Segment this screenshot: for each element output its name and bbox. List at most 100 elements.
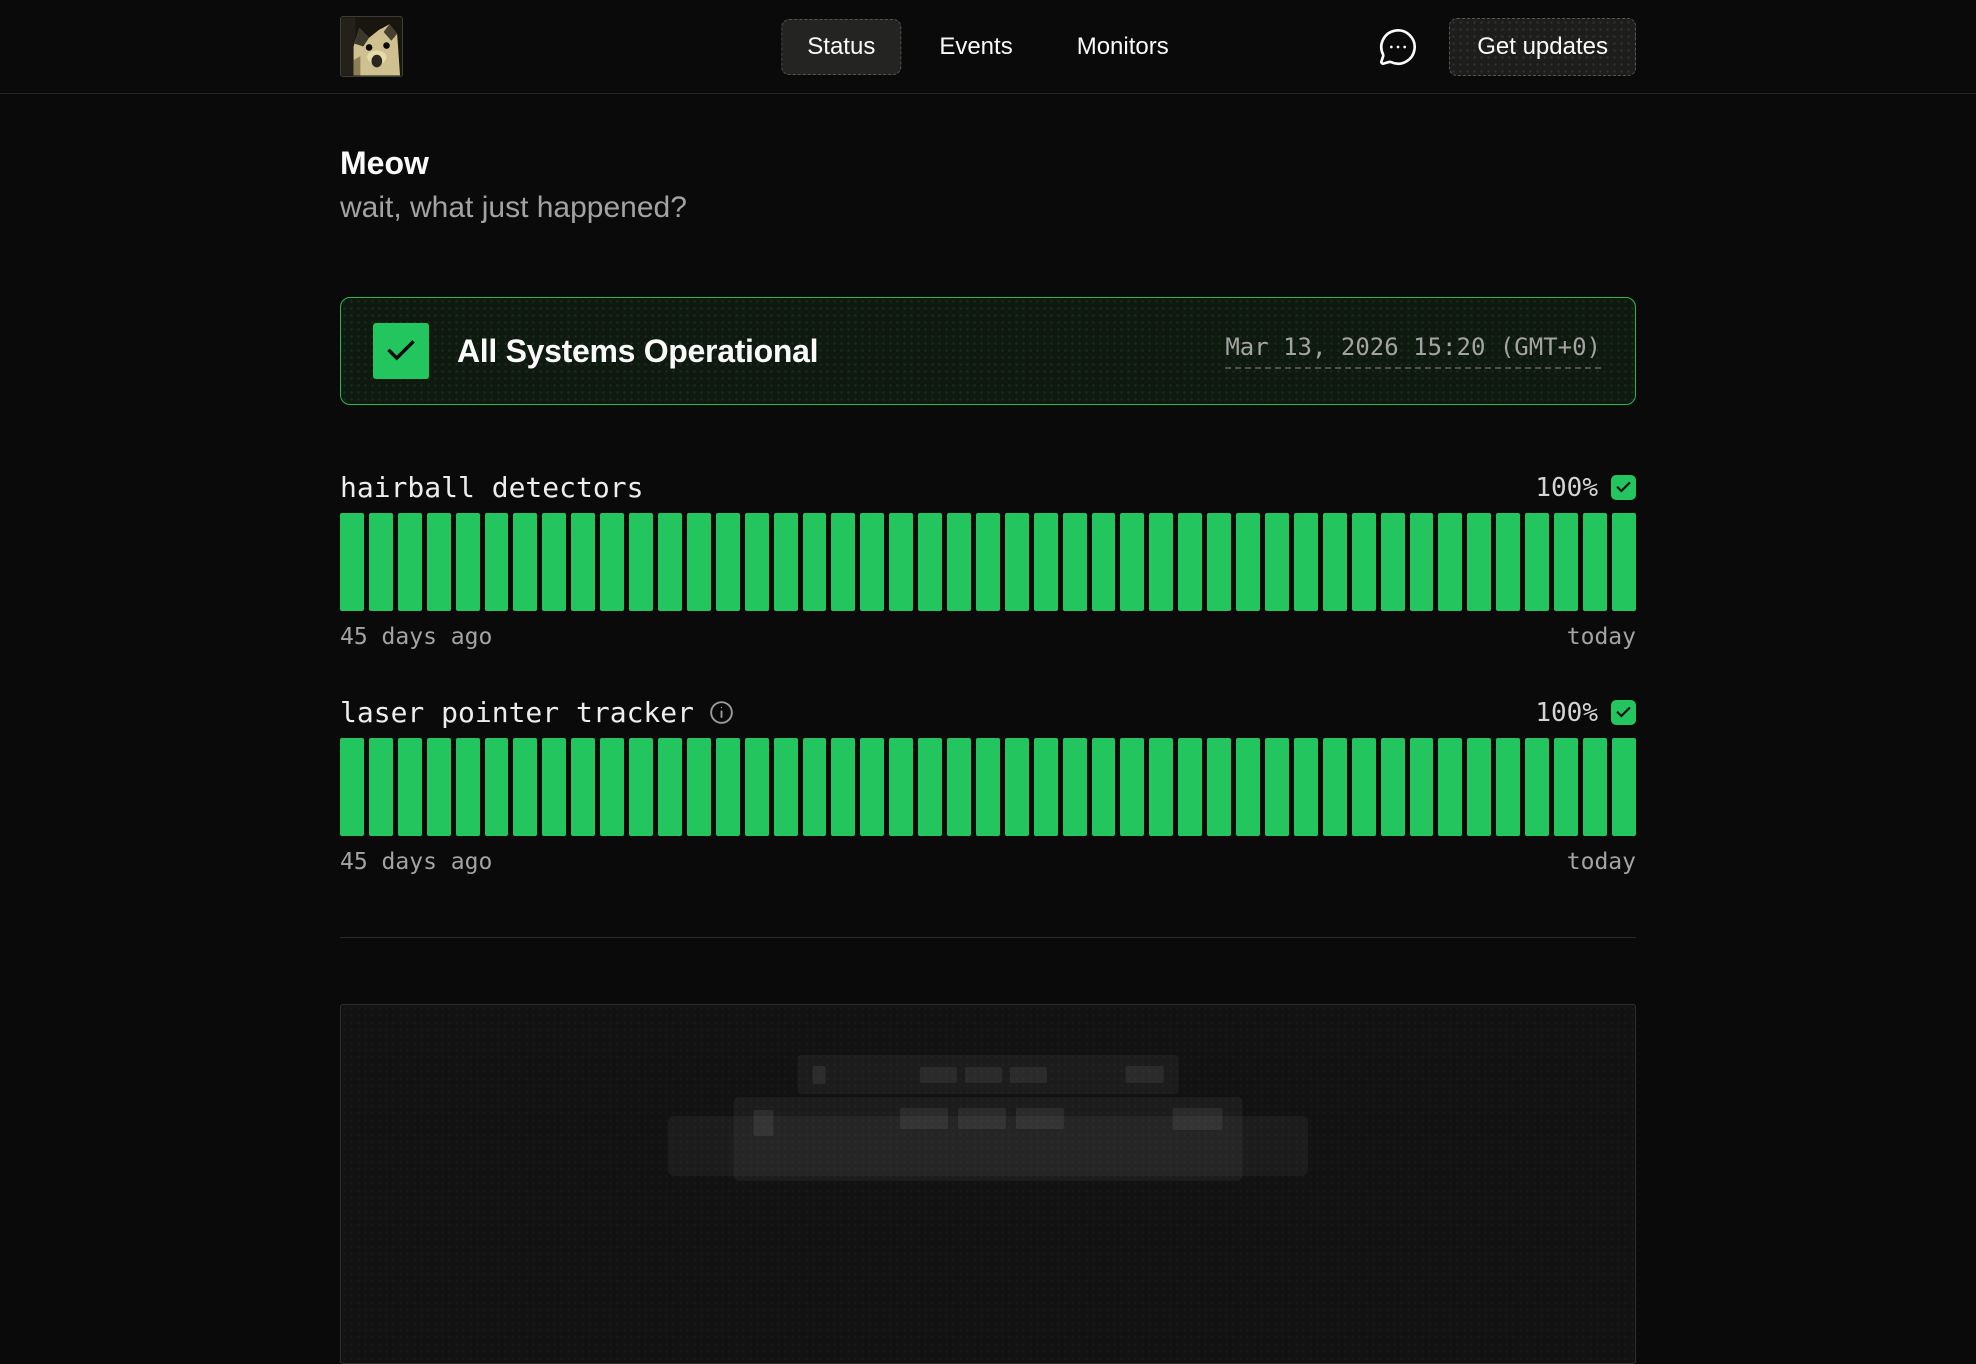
uptime-bar[interactable] [1554,738,1578,836]
uptime-bar[interactable] [745,513,769,611]
uptime-bar[interactable] [1583,513,1607,611]
uptime-bar[interactable] [1525,513,1549,611]
uptime-bar[interactable] [947,738,971,836]
uptime-bar[interactable] [485,738,509,836]
uptime-bar[interactable] [831,513,855,611]
uptime-bar[interactable] [513,513,537,611]
uptime-bar[interactable] [831,738,855,836]
uptime-bar[interactable] [1554,513,1578,611]
uptime-bar[interactable] [658,513,682,611]
uptime-bar[interactable] [1120,513,1144,611]
uptime-bar[interactable] [1092,738,1116,836]
uptime-bar[interactable] [600,513,624,611]
uptime-bar[interactable] [716,513,740,611]
uptime-bar[interactable] [398,738,422,836]
uptime-bar[interactable] [600,738,624,836]
uptime-bar[interactable] [1323,738,1347,836]
uptime-bar[interactable] [1149,513,1173,611]
uptime-bar[interactable] [918,513,942,611]
uptime-bar[interactable] [1092,513,1116,611]
uptime-bar[interactable] [571,738,595,836]
uptime-bar[interactable] [860,738,884,836]
uptime-bar[interactable] [976,513,1000,611]
uptime-bar[interactable] [1381,513,1405,611]
get-updates-button[interactable]: Get updates [1449,18,1636,76]
nav-tab-monitors[interactable]: Monitors [1051,19,1195,75]
uptime-bar[interactable] [1207,513,1231,611]
uptime-bar[interactable] [1034,513,1058,611]
uptime-bar[interactable] [1236,738,1260,836]
uptime-bar[interactable] [542,738,566,836]
uptime-bar[interactable] [947,513,971,611]
uptime-bar[interactable] [1265,513,1289,611]
uptime-bar[interactable] [427,738,451,836]
nav-tab-events[interactable]: Events [913,19,1038,75]
uptime-bar[interactable] [1005,513,1029,611]
uptime-bar[interactable] [687,738,711,836]
uptime-bar[interactable] [1120,738,1144,836]
uptime-bar[interactable] [629,738,653,836]
feedback-button[interactable] [1375,24,1421,70]
uptime-bar[interactable] [1178,738,1202,836]
uptime-bar[interactable] [369,738,393,836]
uptime-bar[interactable] [803,513,827,611]
uptime-bar[interactable] [1294,513,1318,611]
uptime-bar[interactable] [427,513,451,611]
uptime-bar[interactable] [860,513,884,611]
uptime-bars [340,738,1636,836]
uptime-bar[interactable] [1410,738,1434,836]
uptime-bar[interactable] [1063,738,1087,836]
uptime-bar[interactable] [803,738,827,836]
uptime-bar[interactable] [456,513,480,611]
uptime-bar[interactable] [571,513,595,611]
uptime-bar[interactable] [1352,738,1376,836]
uptime-bar[interactable] [1352,513,1376,611]
page-subtitle: wait, what just happened? [340,191,1636,225]
uptime-bar[interactable] [889,738,913,836]
uptime-bar[interactable] [1467,738,1491,836]
uptime-bar[interactable] [1467,513,1491,611]
uptime-bar[interactable] [1323,513,1347,611]
uptime-bar[interactable] [1612,513,1636,611]
uptime-bar[interactable] [1178,513,1202,611]
uptime-bar[interactable] [1236,513,1260,611]
uptime-bar[interactable] [1438,513,1462,611]
uptime-bar[interactable] [774,513,798,611]
uptime-bar[interactable] [687,513,711,611]
uptime-bar[interactable] [513,738,537,836]
uptime-bar[interactable] [1410,513,1434,611]
uptime-bar[interactable] [369,513,393,611]
uptime-bar[interactable] [1149,738,1173,836]
uptime-bar[interactable] [774,738,798,836]
info-icon[interactable] [708,699,735,726]
uptime-bar[interactable] [456,738,480,836]
uptime-bar[interactable] [1381,738,1405,836]
uptime-bar[interactable] [1265,738,1289,836]
uptime-bar[interactable] [1294,738,1318,836]
uptime-bar[interactable] [1438,738,1462,836]
uptime-bar[interactable] [889,513,913,611]
uptime-bar[interactable] [1005,738,1029,836]
uptime-bar[interactable] [716,738,740,836]
uptime-bar[interactable] [340,513,364,611]
uptime-bar[interactable] [745,738,769,836]
nav-tab-status[interactable]: Status [781,19,901,75]
uptime-bar[interactable] [485,513,509,611]
uptime-bar[interactable] [398,513,422,611]
uptime-bar[interactable] [1034,738,1058,836]
uptime-bar[interactable] [658,738,682,836]
uptime-bar[interactable] [1063,513,1087,611]
uptime-bar[interactable] [1525,738,1549,836]
status-timestamp[interactable]: Mar 13, 2026 15:20 (GMT+0) [1225,333,1601,369]
uptime-bar[interactable] [1207,738,1231,836]
brand-logo[interactable] [340,16,403,77]
uptime-bar[interactable] [1612,738,1636,836]
uptime-bar[interactable] [1496,513,1520,611]
uptime-bar[interactable] [340,738,364,836]
uptime-bar[interactable] [918,738,942,836]
uptime-bar[interactable] [1496,738,1520,836]
uptime-bar[interactable] [542,513,566,611]
uptime-bar[interactable] [629,513,653,611]
uptime-bar[interactable] [1583,738,1607,836]
uptime-bar[interactable] [976,738,1000,836]
